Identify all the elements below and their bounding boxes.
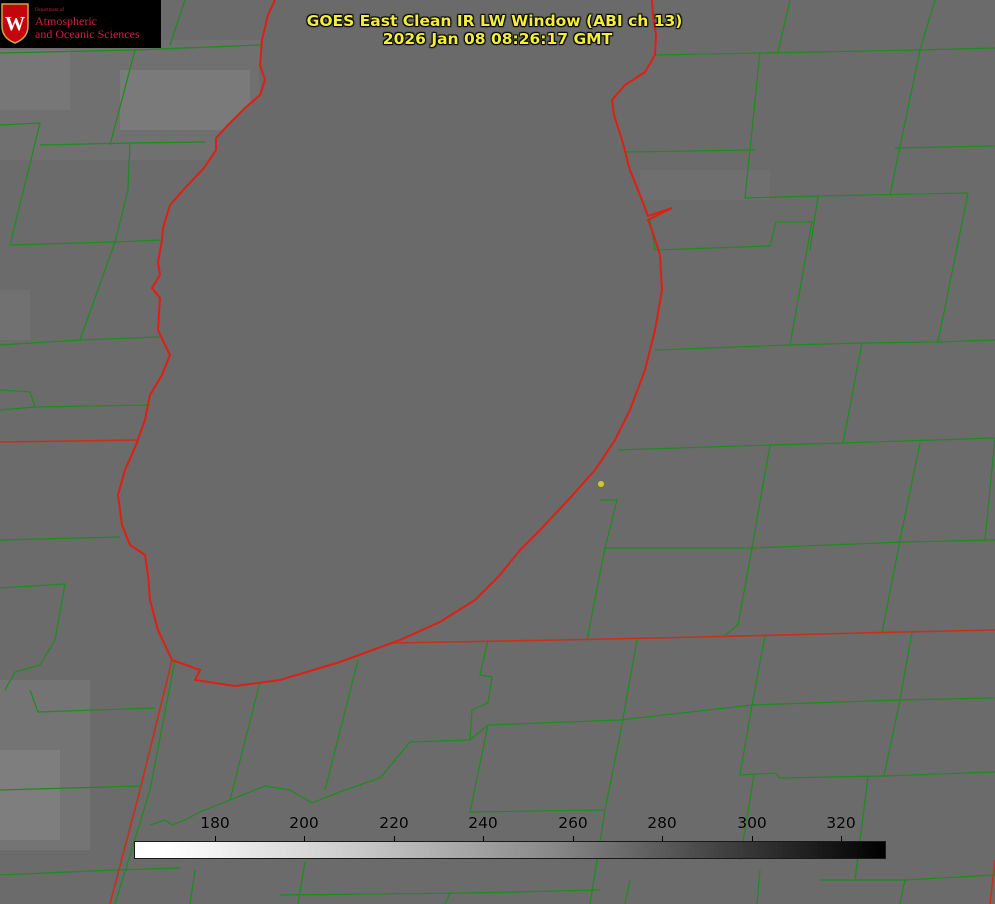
map-canvas [0,0,995,904]
image-timestamp: 2026 Jan 08 08:26:17 GMT [382,30,613,48]
temperature-colorbar [134,841,886,859]
station-marker [598,481,604,487]
colorbar-tick-label: 260 [558,814,588,832]
image-title: GOES East Clean IR LW Window (ABI ch 13) [306,12,683,30]
colorbar-tick-label: 300 [737,814,767,832]
colorbar-tick-label: 220 [379,814,409,832]
colorbar-tick-label: 180 [200,814,230,832]
colorbar-tick-label: 240 [468,814,498,832]
colorbar-tick-label: 280 [647,814,677,832]
colorbar-tick-label: 320 [826,814,856,832]
satellite-map: W Department of Atmospheric and Oceanic … [0,0,995,904]
colorbar-tick-label: 200 [289,814,319,832]
colorbar-labels: 180 200 220 240 260 280 300 320 [0,814,995,836]
